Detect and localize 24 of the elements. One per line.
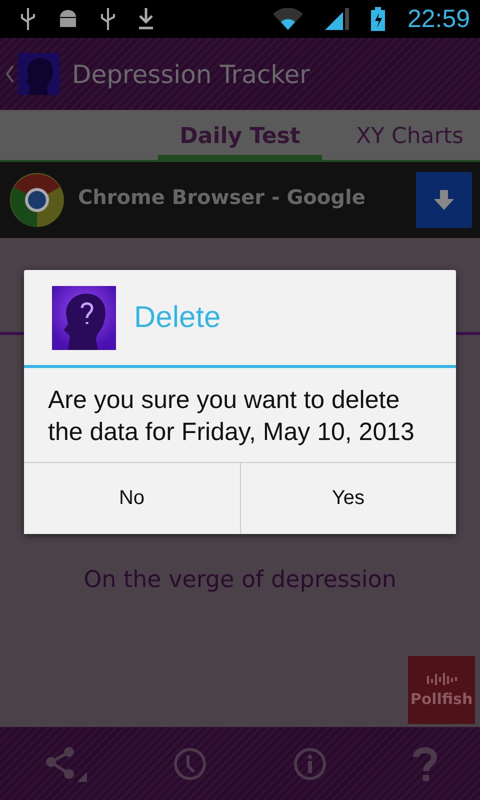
dialog-message: Are you sure you want to delete the data for Friday, May 10, 2013 (47, 385, 416, 448)
usb-icon (100, 8, 116, 30)
download-arrow-icon (432, 188, 456, 212)
dialog-title: Delete (134, 300, 221, 334)
signal-icon (325, 8, 350, 30)
clock-time: 22:59 (407, 4, 470, 34)
app-title: Depression Tracker (72, 60, 310, 88)
app-logo-icon (18, 53, 60, 95)
help-icon[interactable] (413, 746, 437, 780)
battery-icon (371, 7, 386, 31)
wifi-icon (273, 8, 304, 30)
share-icon[interactable] (43, 746, 87, 782)
usb-icon (20, 8, 36, 30)
app-logo-icon (52, 286, 116, 350)
back-icon[interactable] (6, 65, 14, 83)
dialog-button[interactable]: Yes (240, 463, 456, 534)
dialog-button[interactable]: No (24, 463, 240, 534)
download-icon (138, 8, 154, 30)
browser-logo-icon (10, 173, 64, 227)
download-button[interactable] (416, 172, 472, 228)
survey-badge[interactable]: Pollfish (408, 656, 475, 724)
tab[interactable]: XY Charts (356, 124, 464, 160)
info-icon[interactable] (293, 746, 327, 780)
clock-icon[interactable] (173, 746, 207, 780)
